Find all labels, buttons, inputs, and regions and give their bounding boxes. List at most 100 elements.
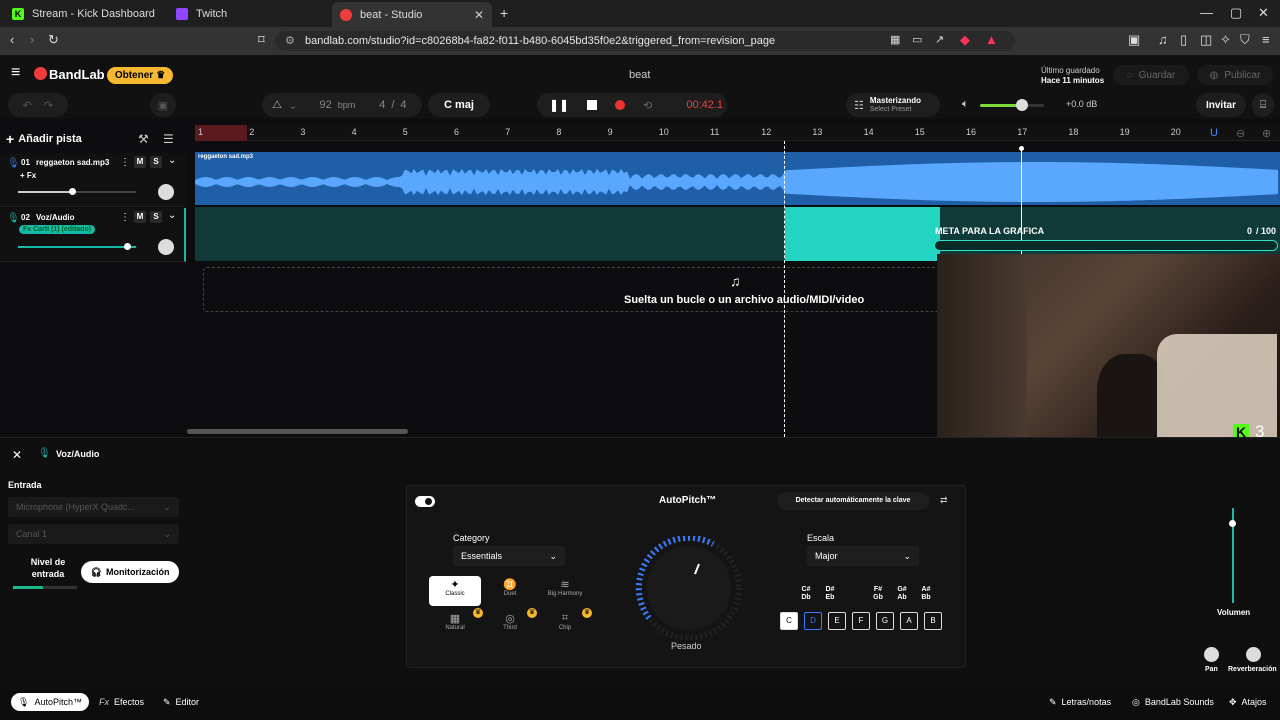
mute-button[interactable]: M xyxy=(134,156,146,168)
chevron-down-icon[interactable]: ⌄ xyxy=(168,155,176,166)
forward-icon[interactable]: › xyxy=(30,32,34,47)
bandlab-sounds-button[interactable]: ◎ BandLab Sounds xyxy=(1132,693,1214,711)
pan-knob[interactable] xyxy=(1204,647,1219,662)
preset-duet[interactable]: ♊ Duet xyxy=(484,576,536,606)
share-icon[interactable]: ↗ xyxy=(935,33,944,46)
url-field[interactable]: ⚙ bandlab.com/studio?id=c80268b4-fa82-f0… xyxy=(275,31,1015,51)
browser-tab-studio[interactable]: beat - Studio ✕ xyxy=(332,2,492,27)
leo-icon[interactable]: ✧ xyxy=(1220,32,1231,48)
add-fx-button[interactable]: + Fx xyxy=(20,171,36,180)
track-name[interactable]: Voz/Audio xyxy=(36,213,75,222)
stop-icon[interactable] xyxy=(587,100,598,110)
note-key-c[interactable]: C xyxy=(780,612,798,630)
weight-knob[interactable] xyxy=(633,536,745,640)
track-pan-knob[interactable] xyxy=(158,239,174,255)
time-sig-num[interactable]: 4 xyxy=(379,99,385,111)
note-key-e[interactable]: E xyxy=(828,612,846,630)
close-panel-icon[interactable]: ✕ xyxy=(12,448,22,462)
track-volume-slider[interactable] xyxy=(18,188,136,195)
sharp-key[interactable]: D# Eb xyxy=(822,586,838,602)
gift-button[interactable]: ⌸ xyxy=(1252,93,1274,117)
sharp-key[interactable]: A# Bb xyxy=(918,586,934,602)
fx-chip[interactable]: Fx Carti (1) (editado) xyxy=(19,225,96,234)
input-device-select[interactable]: Microphone (HyperX Quadc... ⌄ xyxy=(8,497,179,517)
browser-tab-twitch[interactable]: Twitch xyxy=(168,0,328,27)
track-lane-2[interactable] xyxy=(195,207,1280,261)
shortcuts-button[interactable]: ✥ Atajos xyxy=(1229,693,1267,711)
more-icon[interactable]: ⋮ xyxy=(120,212,130,223)
track-settings-icon[interactable]: ☰ xyxy=(163,132,174,146)
mute-button[interactable]: M xyxy=(134,211,146,223)
project-title[interactable]: beat xyxy=(629,69,650,81)
loop-icon[interactable]: ⟲ xyxy=(643,99,652,112)
browser-tab-kick[interactable]: K Stream - Kick Dashboard xyxy=(4,0,164,27)
bpm-value[interactable]: 92 xyxy=(319,99,331,111)
track-volume-slider[interactable] xyxy=(18,243,136,250)
redo-icon[interactable]: ↷ xyxy=(44,99,53,112)
back-icon[interactable]: ‹ xyxy=(10,32,14,47)
category-select[interactable]: Essentials ⌄ xyxy=(453,546,565,566)
track-header-1[interactable]: 🎙︎ 01 reggaeton sad.mp3 + Fx ⋮ M S ⌄ xyxy=(0,153,186,207)
hamburger-menu-icon[interactable]: ≡ xyxy=(11,65,20,81)
scale-select[interactable]: Major ⌄ xyxy=(807,546,919,566)
note-key-d[interactable]: D xyxy=(804,612,822,630)
minimize-icon[interactable]: — xyxy=(1200,5,1213,20)
autopitch-tab[interactable]: 🎙︎ AutoPitch™ xyxy=(11,693,89,711)
volume-fader[interactable] xyxy=(1229,508,1236,603)
sharp-key[interactable]: C# Db xyxy=(798,586,814,602)
playhead-handle[interactable] xyxy=(1019,146,1024,151)
lyrics-button[interactable]: ✎ Letras/notas xyxy=(1049,693,1111,711)
speaker-icon[interactable]: 🔈︎ xyxy=(962,98,969,111)
track-pan-knob[interactable] xyxy=(158,184,174,200)
zoom-in-icon[interactable]: ⊕ xyxy=(1262,127,1271,140)
site-info-icon[interactable]: ⚙ xyxy=(285,31,295,51)
menu-icon[interactable]: ≡ xyxy=(1262,32,1270,47)
reload-icon[interactable]: ↻ xyxy=(48,32,59,48)
channel-select[interactable]: Canal 1 ⌄ xyxy=(8,524,179,544)
solo-button[interactable]: S xyxy=(150,156,162,168)
preset-classic[interactable]: ✦ Classic xyxy=(429,576,481,606)
solo-button[interactable]: S xyxy=(150,211,162,223)
obtener-button[interactable]: Obtener ♛ xyxy=(107,67,173,84)
master-volume-slider[interactable] xyxy=(980,99,1044,111)
mastering-button[interactable]: ☷ Masterizando Select Preset xyxy=(846,93,940,117)
sharp-key[interactable]: G# Ab xyxy=(894,586,910,602)
invite-button[interactable]: Invitar xyxy=(1196,93,1246,117)
chevron-down-icon[interactable]: ⌄ xyxy=(288,99,297,112)
reader-icon[interactable]: ▯ xyxy=(1180,32,1187,48)
horizontal-scrollbar[interactable] xyxy=(187,429,408,434)
note-key-f[interactable]: F xyxy=(852,612,870,630)
sharp-key[interactable]: F# Gb xyxy=(870,586,886,602)
more-icon[interactable]: ⋮ xyxy=(120,157,130,168)
vpn-icon[interactable]: ⛉ xyxy=(1240,32,1250,48)
zoom-out-icon[interactable]: ⊖ xyxy=(1236,127,1245,140)
music-icon[interactable]: ♫ xyxy=(1158,32,1168,47)
track-name[interactable]: reggaeton sad.mp3 xyxy=(36,158,109,167)
publish-button[interactable]: ◍ Publicar xyxy=(1197,65,1273,85)
save-button[interactable]: ◌ Guardar xyxy=(1113,65,1189,85)
cast-icon[interactable]: ▭ xyxy=(912,33,922,46)
effects-tab[interactable]: Fx Efectos xyxy=(99,693,144,711)
swap-icon[interactable]: ⇄ xyxy=(940,495,948,506)
metronome-icon[interactable]: ⧍ xyxy=(272,99,282,112)
mixer-button[interactable]: ▣ xyxy=(150,93,176,117)
track-header-2[interactable]: 🎙︎ 02 Voz/Audio Fx Carti (1) (editado) ⋮… xyxy=(0,208,186,262)
new-tab-button[interactable]: + xyxy=(500,5,508,21)
track-lane-1[interactable]: reggaeton sad.mp3 xyxy=(195,152,1280,205)
close-window-icon[interactable]: ✕ xyxy=(1258,5,1269,21)
brave-rewards-icon[interactable]: ▲ xyxy=(985,32,998,47)
wand-icon[interactable]: ⚒ xyxy=(138,132,149,146)
note-key-g[interactable]: G xyxy=(876,612,894,630)
monitor-button[interactable]: 🎧︎ Monitorización xyxy=(81,561,179,583)
autopitch-toggle[interactable] xyxy=(415,496,435,507)
extension-icon[interactable]: ▦ xyxy=(890,33,900,46)
key-button[interactable]: C maj xyxy=(428,93,490,117)
time-sig-den[interactable]: 4 xyxy=(400,99,406,111)
pause-icon[interactable]: ❚❚ xyxy=(549,98,569,112)
record-icon[interactable] xyxy=(615,100,626,110)
brave-shield-icon[interactable]: ◆ xyxy=(960,32,970,48)
undo-icon[interactable]: ↶ xyxy=(23,99,32,112)
wallet-icon[interactable]: ◫ xyxy=(1200,32,1212,48)
bookmark-icon[interactable]: ⌑ xyxy=(258,32,265,48)
chevron-down-icon[interactable]: ⌄ xyxy=(168,210,176,221)
